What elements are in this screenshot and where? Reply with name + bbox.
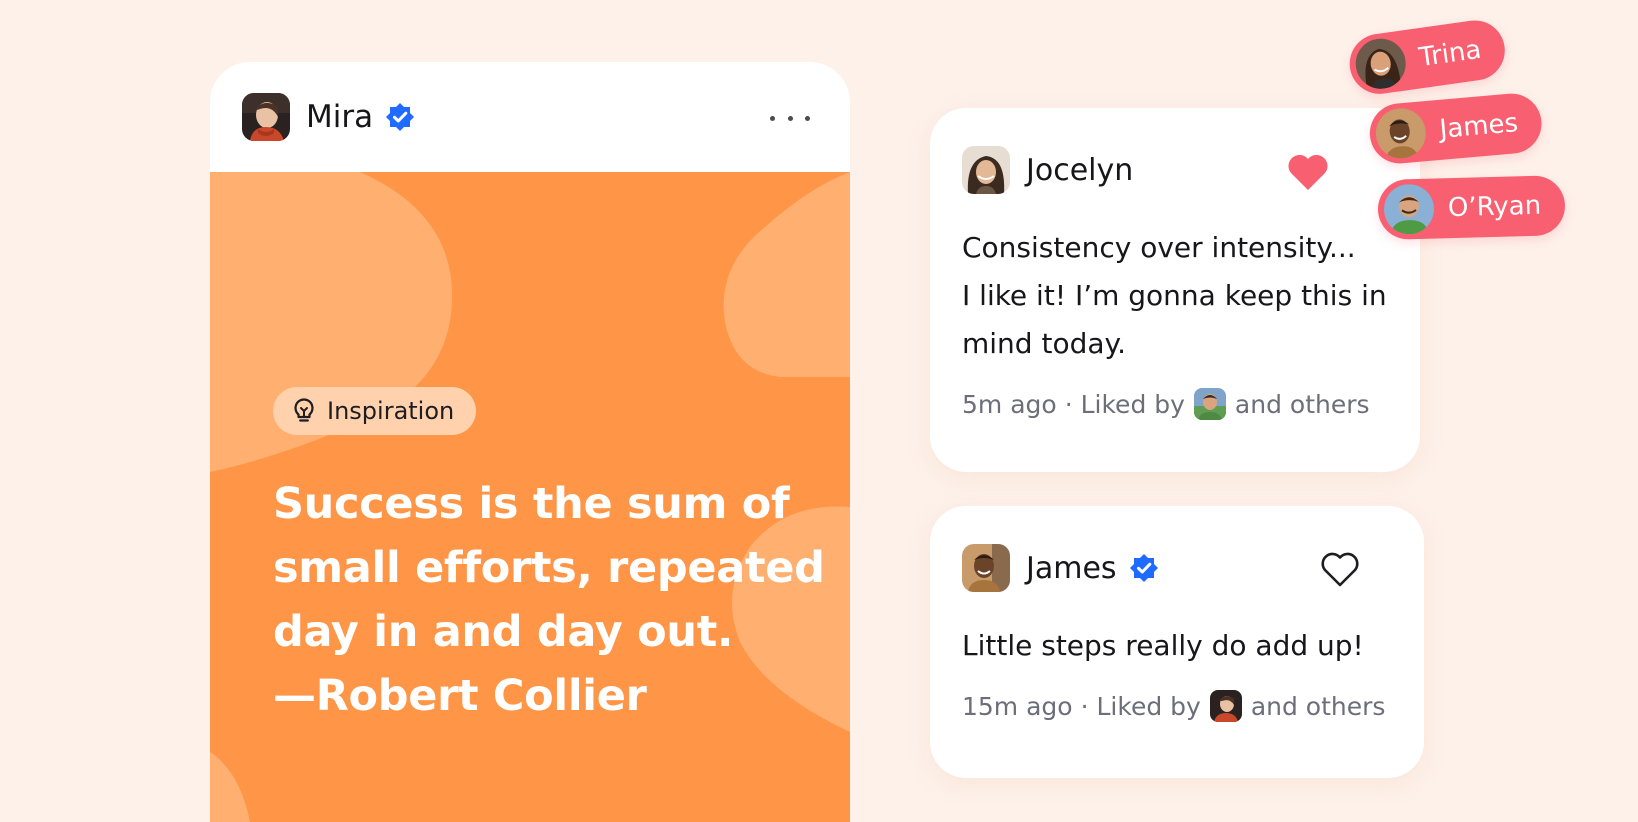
- liker-name: Trina: [1417, 34, 1484, 74]
- more-horizontal-icon-dot: [787, 115, 793, 121]
- quote-line: day in and day out.: [273, 607, 733, 657]
- comment-time: 15m ago: [962, 691, 1073, 721]
- heart-outline-icon: [1321, 552, 1359, 587]
- mira-avatar[interactable]: [242, 93, 290, 141]
- verified-badge-icon: [385, 102, 415, 132]
- comment-text: Consistency over intensity... I like it!…: [962, 224, 1387, 368]
- comment-text: Little steps really do add up!: [962, 622, 1364, 670]
- quote-attribution: —Robert Collier: [273, 671, 647, 721]
- james-avatar: [1373, 106, 1428, 161]
- james-avatar[interactable]: [962, 544, 1010, 592]
- comment-meta: 15m ago · Liked by and others: [962, 690, 1385, 722]
- trina-avatar: [1352, 35, 1409, 92]
- liked-by-label: · Liked by: [1080, 691, 1201, 721]
- liker-name: James: [1438, 108, 1520, 145]
- quote-text: Success is the sum of small efforts, rep…: [273, 472, 825, 728]
- quote-line: Success is the sum of: [273, 479, 790, 529]
- post-author-name[interactable]: Mira: [306, 99, 373, 135]
- more-horizontal-icon-dot: [805, 115, 810, 121]
- more-options-button[interactable]: [770, 112, 810, 124]
- comment-text-line: mind today.: [962, 327, 1126, 360]
- liked-by-avatar[interactable]: [1209, 690, 1242, 722]
- comment-text-line: I like it! I’m gonna keep this in: [962, 279, 1387, 312]
- comment-header: Jocelyn: [962, 146, 1133, 194]
- oryan-avatar: [1383, 183, 1435, 235]
- liker-name: O’Ryan: [1447, 190, 1542, 224]
- verified-badge-icon: [1129, 553, 1159, 583]
- quote-line: small efforts, repeated: [273, 543, 825, 593]
- tag-label: Inspiration: [327, 397, 455, 425]
- inspiration-tag[interactable]: Inspiration: [273, 387, 477, 435]
- liker-pill-trina[interactable]: Trina: [1345, 16, 1510, 98]
- heart-filled-icon: [1288, 154, 1328, 190]
- liked-by-label: · Liked by: [1064, 389, 1185, 419]
- comment-text-line: Little steps really do add up!: [962, 629, 1364, 662]
- like-button[interactable]: [1318, 548, 1362, 590]
- lightbulb-icon: [291, 397, 317, 425]
- comment-author-name[interactable]: James: [1026, 551, 1117, 586]
- post-header: Mira: [210, 62, 850, 172]
- comment-card: Jocelyn Consistency over intensity... I …: [930, 108, 1420, 472]
- comment-text-line: Consistency over intensity...: [962, 231, 1356, 264]
- liker-pill-oryan[interactable]: O’Ryan: [1377, 175, 1566, 240]
- comment-time: 5m ago: [962, 389, 1057, 419]
- comment-card: James Little steps really do add up! 15m…: [930, 506, 1424, 778]
- comment-author-name[interactable]: Jocelyn: [1026, 153, 1133, 188]
- liked-by-others[interactable]: and others: [1251, 692, 1386, 721]
- liked-by-others[interactable]: and others: [1235, 390, 1370, 419]
- comment-header: James: [962, 544, 1159, 592]
- liked-by-avatar[interactable]: [1193, 388, 1226, 420]
- comment-meta: 5m ago · Liked by and others: [962, 388, 1370, 420]
- post-card: Mira Inspiration Success is the sum of s…: [210, 62, 850, 822]
- like-button[interactable]: [1285, 150, 1331, 192]
- liker-pill-james[interactable]: James: [1367, 91, 1545, 166]
- post-body: Inspiration Success is the sum of small …: [210, 172, 850, 822]
- jocelyn-avatar[interactable]: [962, 146, 1010, 194]
- more-horizontal-icon-dot: [770, 115, 775, 121]
